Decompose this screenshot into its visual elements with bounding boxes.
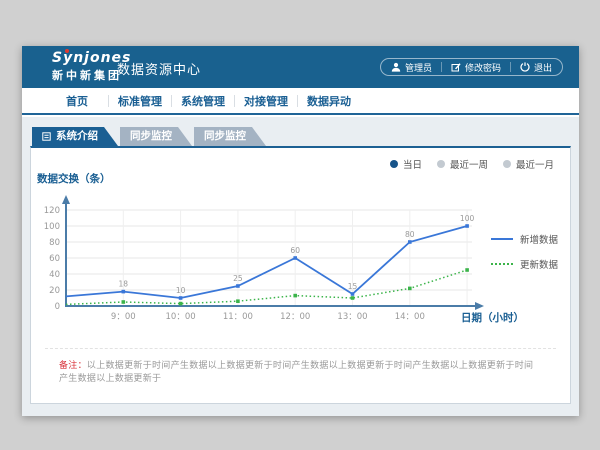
- chart-legend: 新增数据 更新数据: [491, 232, 558, 271]
- svg-text:10: 10: [176, 286, 186, 295]
- app-window: Synjones 新中新集团 数据资源中心 管理员 修改密码: [22, 46, 579, 416]
- footnote: 备注：以上数据更新于时间产生数据以上数据更新于时间产生数据以上数据更新于时间产生…: [45, 348, 556, 384]
- user-name: 管理员: [405, 61, 432, 74]
- radio-today[interactable]: 当日: [390, 157, 422, 171]
- legend-line-dotted: [491, 263, 513, 265]
- svg-text:60: 60: [290, 246, 300, 255]
- radio-dot: [437, 160, 445, 168]
- radio-dot-selected: [390, 160, 398, 168]
- svg-text:100: 100: [44, 222, 60, 232]
- legend-item-updated-data: 更新数据: [491, 257, 558, 271]
- tab-sync-monitor-1[interactable]: 同步监控: [120, 127, 192, 146]
- logout-button[interactable]: 退出: [520, 61, 552, 74]
- radio-label: 最近一周: [450, 157, 488, 171]
- tab-label: 系统介绍: [56, 127, 98, 146]
- radio-last-week[interactable]: 最近一周: [437, 157, 488, 171]
- nav-item-interface-mgmt[interactable]: 对接管理: [235, 93, 297, 109]
- x-axis-title: 日期（小时）: [461, 310, 524, 325]
- svg-text:25: 25: [233, 274, 243, 283]
- logout-label: 退出: [534, 61, 552, 74]
- nav-item-data-change[interactable]: 数据异动: [298, 93, 360, 109]
- user-toolbar: 管理员 修改密码 退出: [380, 58, 563, 76]
- change-password-label: 修改密码: [465, 61, 501, 74]
- edit-icon: [451, 62, 461, 72]
- document-icon: [42, 132, 51, 141]
- legend-line-solid: [491, 238, 513, 240]
- svg-text:40: 40: [49, 270, 60, 280]
- chart-panel: 当日 最近一周 最近一月 数据交换（条） 0 20 40 60 80 100 120 9：00…: [30, 146, 571, 404]
- legend-item-new-data: 新增数据: [491, 232, 558, 246]
- tab-bar: 系统介绍 同步监控 同步监控: [32, 127, 268, 146]
- nav-item-home[interactable]: 首页: [46, 93, 108, 109]
- divider: [441, 62, 442, 72]
- nav-item-standard-mgmt[interactable]: 标准管理: [109, 93, 171, 109]
- legend-label: 新增数据: [520, 232, 558, 246]
- svg-text:9：00: 9：00: [111, 312, 136, 322]
- change-password-button[interactable]: 修改密码: [451, 61, 501, 74]
- tab-label: 同步监控: [130, 127, 172, 146]
- svg-text:60: 60: [49, 254, 60, 264]
- svg-text:0: 0: [55, 302, 60, 312]
- svg-text:80: 80: [405, 230, 415, 239]
- svg-text:14：00: 14：00: [395, 312, 425, 322]
- divider: [510, 62, 511, 72]
- svg-text:120: 120: [44, 206, 60, 216]
- page-title: 数据资源中心: [117, 59, 201, 78]
- svg-text:20: 20: [49, 286, 60, 296]
- user-menu[interactable]: 管理员: [391, 61, 432, 74]
- svg-text:12：00: 12：00: [280, 312, 310, 322]
- desktop: { "header": { "logo_text": "Synjones", "…: [0, 0, 600, 450]
- tab-sync-monitor-2[interactable]: 同步监控: [194, 127, 266, 146]
- svg-text:80: 80: [49, 238, 60, 248]
- svg-text:10：00: 10：00: [166, 312, 196, 322]
- logo-red-dot: [65, 49, 69, 53]
- radio-last-month[interactable]: 最近一月: [503, 157, 554, 171]
- svg-text:13：00: 13：00: [337, 312, 367, 322]
- tab-label: 同步监控: [204, 127, 246, 146]
- svg-text:18: 18: [119, 280, 129, 289]
- svg-text:100: 100: [460, 214, 475, 223]
- radio-label: 当日: [403, 157, 422, 171]
- svg-text:15: 15: [348, 282, 358, 291]
- user-icon: [391, 62, 401, 72]
- tab-system-intro[interactable]: 系统介绍: [32, 127, 118, 146]
- footnote-label: 备注：: [59, 361, 87, 371]
- footnote-text: 以上数据更新于时间产生数据以上数据更新于时间产生数据以上数据更新于时间产生数据以…: [59, 361, 533, 384]
- time-filter-group: 当日 最近一周 最近一月: [390, 157, 554, 171]
- radio-dot: [503, 160, 511, 168]
- svg-text:11：00: 11：00: [223, 312, 253, 322]
- header: Synjones 新中新集团 数据资源中心 管理员 修改密码: [22, 46, 579, 88]
- y-axis-title: 数据交换（条）: [37, 171, 111, 186]
- legend-label: 更新数据: [520, 257, 558, 271]
- main-nav: 首页 标准管理 系统管理 对接管理 数据异动: [22, 88, 579, 115]
- power-icon: [520, 62, 530, 72]
- content-area: 系统介绍 同步监控 同步监控 当日 最近一周: [22, 117, 579, 416]
- radio-label: 最近一月: [516, 157, 554, 171]
- nav-item-system-mgmt[interactable]: 系统管理: [172, 93, 234, 109]
